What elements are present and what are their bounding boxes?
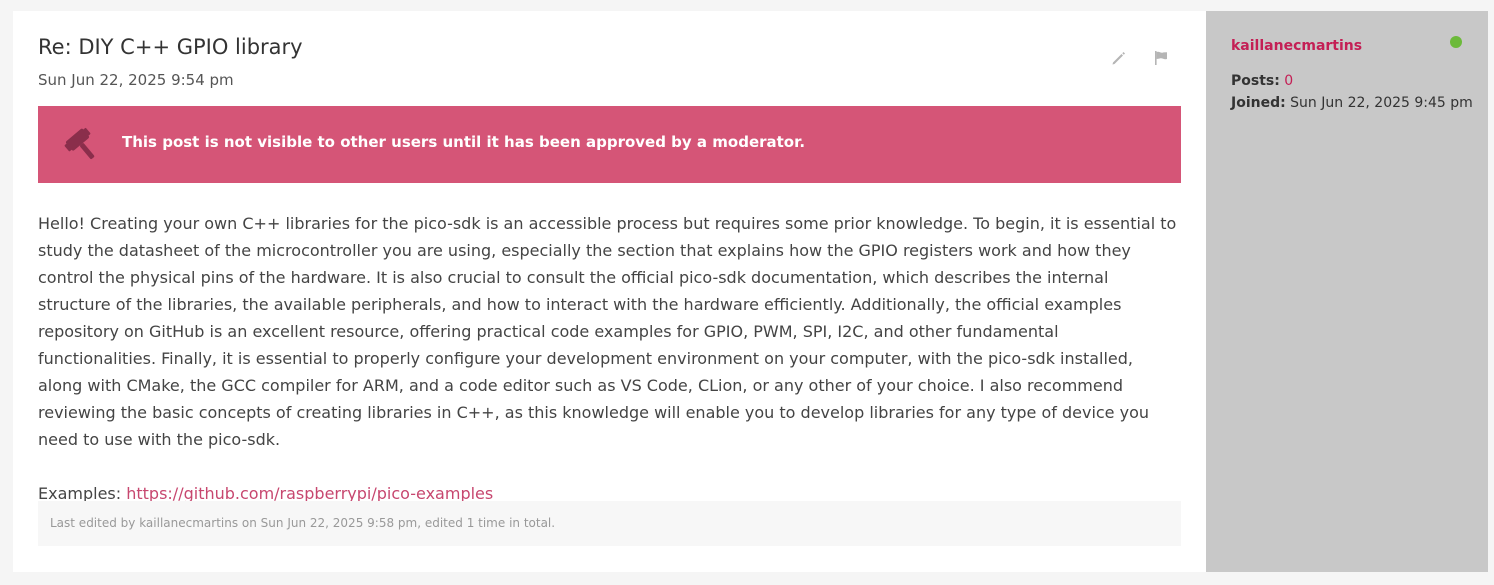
- posts-count-link[interactable]: 0: [1284, 73, 1293, 89]
- edit-notice-text: Last edited by kaillanecmartins on Sun J…: [50, 516, 556, 530]
- gavel-icon: [64, 127, 95, 160]
- moderation-notice: This post is not visible to other users …: [38, 106, 1181, 183]
- report-button[interactable]: [1152, 49, 1170, 67]
- post-body: Re: DIY C++ GPIO library Sun Jun 22, 202…: [38, 11, 1181, 572]
- post-paragraph: Hello! Creating your own C++ libraries f…: [38, 214, 1177, 449]
- joined-label: Joined:: [1231, 95, 1286, 111]
- joined-date: Joined: Sun Jun 22, 2025 9:45 pm: [1231, 95, 1473, 111]
- post-profile: kaillanecmartins Posts: 0 Joined: Sun Ju…: [1206, 11, 1488, 572]
- forum-post: Re: DIY C++ GPIO library Sun Jun 22, 202…: [13, 11, 1488, 572]
- online-status-icon: [1450, 36, 1462, 48]
- username-link[interactable]: kaillanecmartins: [1231, 38, 1362, 54]
- posts-label: Posts:: [1231, 73, 1280, 89]
- posts-count: Posts: 0: [1231, 73, 1293, 89]
- post-date: Sun Jun 22, 2025 9:54 pm: [38, 71, 234, 89]
- edit-button[interactable]: [1110, 49, 1128, 67]
- post-title[interactable]: Re: DIY C++ GPIO library: [38, 35, 303, 59]
- flag-icon: [1155, 51, 1167, 65]
- edit-notice: Last edited by kaillanecmartins on Sun J…: [38, 501, 1181, 546]
- moderation-notice-text: This post is not visible to other users …: [122, 133, 806, 151]
- joined-value: Sun Jun 22, 2025 9:45 pm: [1290, 95, 1473, 111]
- pencil-icon: [1112, 52, 1125, 65]
- post-content: Hello! Creating your own C++ libraries f…: [38, 210, 1181, 507]
